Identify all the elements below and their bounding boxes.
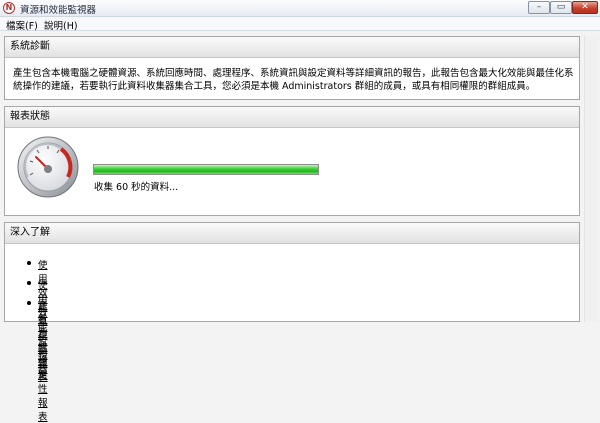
diagnostics-description: 產生包含本機電腦之硬體資源、系統回應時間、處理程序、系統資訊與設定資料等詳細資訊… xyxy=(13,68,574,92)
report-status-text: 收集 60 秒的資料... xyxy=(94,182,179,193)
menu-bar: 檔案(F) 說明(H) xyxy=(0,17,600,32)
maximize-button[interactable]: ▭ xyxy=(550,1,572,14)
bullet-icon xyxy=(27,261,31,265)
report-progress-bar xyxy=(93,164,319,175)
close-button[interactable]: ✕ xyxy=(572,1,598,14)
diagnostics-panel: 系統診斷 產生包含本機電腦之硬體資源、系統回應時間、處理程序、系統資訊與設定資料… xyxy=(4,36,580,100)
minimize-button[interactable]: – xyxy=(528,1,550,14)
learn-more-panel: 深入了解 使用效能監視器報表 使用效能監視器 查看系統穩定性報表 xyxy=(4,222,580,423)
report-status-header: 報表狀態 xyxy=(5,107,579,128)
app-icon: N xyxy=(3,2,15,14)
title-bar: N 資源和效能監視器 – ▭ ✕ xyxy=(0,0,600,17)
performance-gauge-icon xyxy=(17,136,79,198)
link-reliability-report[interactable]: 查看系統穩定性報表 xyxy=(38,297,48,423)
scrollbar[interactable] xyxy=(584,36,599,322)
learn-more-header: 深入了解 xyxy=(5,223,579,244)
window-title: 資源和效能監視器 xyxy=(20,5,97,16)
bullet-icon xyxy=(27,281,31,285)
bullet-icon xyxy=(27,301,31,305)
menu-file[interactable]: 檔案(F) xyxy=(6,18,38,32)
menu-help[interactable]: 說明(H) xyxy=(44,18,78,32)
diagnostics-header: 系統診斷 xyxy=(5,37,579,58)
report-progress-fill xyxy=(94,165,318,174)
report-status-panel: 報表狀態 收集 60 秒的資料... xyxy=(4,106,580,216)
